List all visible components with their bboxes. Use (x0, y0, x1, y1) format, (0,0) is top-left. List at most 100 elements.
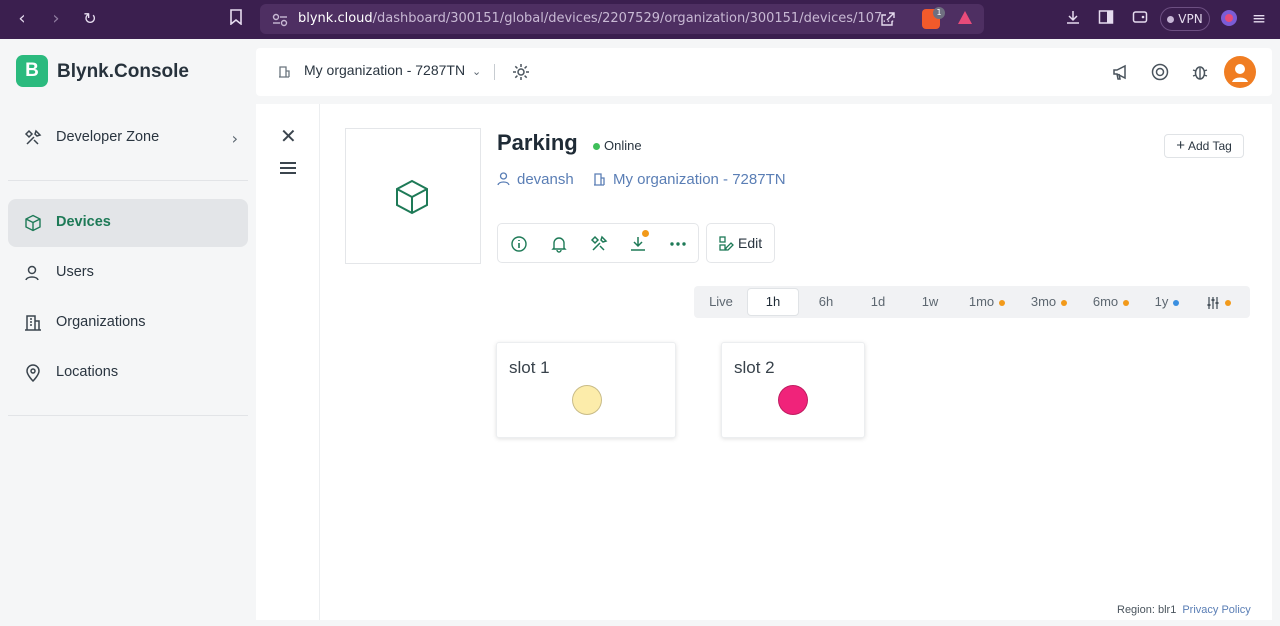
sidebar-item-locations[interactable]: Locations (8, 349, 248, 397)
status-badge: Online (604, 138, 642, 153)
bookmark-icon[interactable] (226, 9, 246, 29)
sidebar-item-devices[interactable]: Devices (8, 199, 248, 247)
user-icon (25, 265, 39, 281)
browser-menu-icon[interactable]: ≡ (1249, 9, 1269, 29)
back-icon[interactable]: ‹ (12, 9, 32, 29)
org-selector[interactable]: My organization - 7287TN ⌄ (304, 62, 481, 78)
megaphone-icon[interactable] (1111, 62, 1131, 82)
device-owner-link[interactable]: devansh (517, 171, 574, 188)
sliders-icon (1207, 296, 1218, 309)
sidebar-item-label: Users (56, 264, 94, 280)
device-org-link[interactable]: My organization - 7287TN (613, 171, 786, 188)
notification-dot (642, 230, 649, 237)
url-path: /dashboard/300151/global/devices/2207529… (372, 11, 895, 26)
tools-icon (24, 129, 42, 145)
avatar[interactable] (1224, 56, 1256, 88)
device-name: Parking (497, 130, 578, 155)
privacy-policy-link[interactable]: Privacy Policy (1182, 604, 1250, 616)
cube-icon (25, 214, 41, 232)
premium-dot (999, 299, 1006, 306)
bug-icon[interactable] (1190, 62, 1210, 82)
info-icon[interactable] (510, 235, 528, 253)
range-6mo[interactable]: 6mo (1082, 286, 1140, 318)
help-lifebuoy-icon[interactable] (1150, 62, 1170, 82)
edit-dashboard-icon (719, 236, 734, 251)
address-bar[interactable]: blynk.cloud/dashboard/300151/global/devi… (260, 4, 984, 34)
pin-icon (26, 364, 40, 382)
sidebar-item-label: Developer Zone (56, 129, 160, 145)
tools-icon[interactable] (590, 235, 608, 253)
range-1d[interactable]: 1d (854, 286, 902, 318)
sidebar-item-organizations[interactable]: Organizations (8, 299, 248, 347)
wallet-icon[interactable] (1130, 9, 1150, 30)
range-1mo[interactable]: 1mo (958, 286, 1016, 318)
brave-rewards-icon[interactable] (957, 10, 973, 30)
forward-icon[interactable]: › (46, 9, 66, 29)
leo-ai-icon[interactable] (1219, 9, 1239, 32)
download-icon[interactable] (629, 235, 647, 253)
led-indicator (572, 385, 602, 415)
chevron-right-icon: › (231, 129, 238, 148)
brave-shield-badge: 1 (933, 7, 945, 19)
plus-icon: + (1176, 137, 1185, 154)
time-range-selector: Live 1h 6h 1d 1w 1mo 3mo 6mo 1y (694, 286, 1250, 318)
building-icon (594, 173, 605, 186)
device-panel: ✕ Parking Online devansh My organization… (256, 104, 1272, 620)
premium-dot (1061, 299, 1068, 306)
panel-left-strip: ✕ (256, 104, 320, 620)
add-tag-label: Add Tag (1187, 139, 1232, 153)
sidebar-item-users[interactable]: Users (8, 249, 248, 297)
user-avatar-icon (1232, 64, 1248, 82)
premium-dot (1123, 299, 1130, 306)
reload-icon[interactable]: ↻ (80, 9, 100, 29)
range-1y[interactable]: 1y (1144, 286, 1190, 318)
download-icon[interactable] (1063, 9, 1083, 30)
close-icon[interactable]: ✕ (280, 126, 297, 146)
gear-icon[interactable] (511, 62, 531, 82)
sidebar-divider (8, 180, 248, 181)
add-tag-button[interactable]: + Add Tag (1164, 134, 1244, 158)
menu-icon[interactable] (280, 162, 296, 174)
building-icon (25, 315, 41, 331)
premium-dot (1173, 299, 1180, 306)
sidebar-item-developer-zone[interactable]: Developer Zone › (8, 114, 248, 162)
url-host: blynk.cloud (298, 11, 373, 26)
widget-title: slot 2 (734, 358, 775, 377)
top-header: My organization - 7287TN ⌄ (256, 48, 1272, 96)
led-widget-slot-1[interactable]: slot 1 (496, 342, 676, 438)
url-text: blynk.cloud/dashboard/300151/global/devi… (298, 11, 895, 26)
user-icon (497, 172, 510, 186)
device-actions-toolbar (497, 223, 699, 263)
bell-icon[interactable] (550, 235, 568, 253)
vpn-status-icon (1167, 16, 1175, 23)
custom-range-button[interactable] (1196, 286, 1240, 318)
device-image (345, 128, 481, 264)
app-title: Blynk.Console (57, 61, 189, 82)
vpn-button[interactable]: VPN (1160, 7, 1210, 31)
chevron-down-icon: ⌄ (471, 66, 482, 78)
site-settings-icon[interactable] (272, 12, 288, 31)
led-widget-slot-2[interactable]: slot 2 (721, 342, 865, 438)
building-icon (279, 66, 290, 78)
header-divider (494, 64, 495, 80)
sidebar-toggle-icon[interactable] (1096, 9, 1116, 30)
more-icon[interactable] (669, 235, 687, 253)
blynk-logo: B (16, 55, 48, 87)
share-icon[interactable] (880, 11, 896, 31)
sidebar: B Blynk.Console Developer Zone › Devices… (0, 39, 256, 626)
range-6h[interactable]: 6h (802, 286, 850, 318)
vpn-label: VPN (1178, 12, 1203, 26)
sidebar-item-label: Organizations (56, 314, 146, 330)
footer: Region: blr1 Privacy Policy (1117, 604, 1251, 616)
edit-label: Edit (738, 235, 763, 251)
browser-toolbar: ‹ › ↻ blynk.cloud/dashboard/300151/globa… (0, 0, 1280, 39)
sidebar-item-label: Locations (56, 364, 119, 380)
edit-button[interactable]: Edit (706, 223, 775, 263)
widget-title: slot 1 (509, 358, 550, 377)
region-label: Region: blr1 (1117, 604, 1177, 616)
range-1h[interactable]: 1h (747, 288, 799, 316)
range-live[interactable]: Live (698, 286, 744, 318)
range-3mo[interactable]: 3mo (1020, 286, 1078, 318)
range-1w[interactable]: 1w (906, 286, 954, 318)
sidebar-divider (8, 415, 248, 416)
